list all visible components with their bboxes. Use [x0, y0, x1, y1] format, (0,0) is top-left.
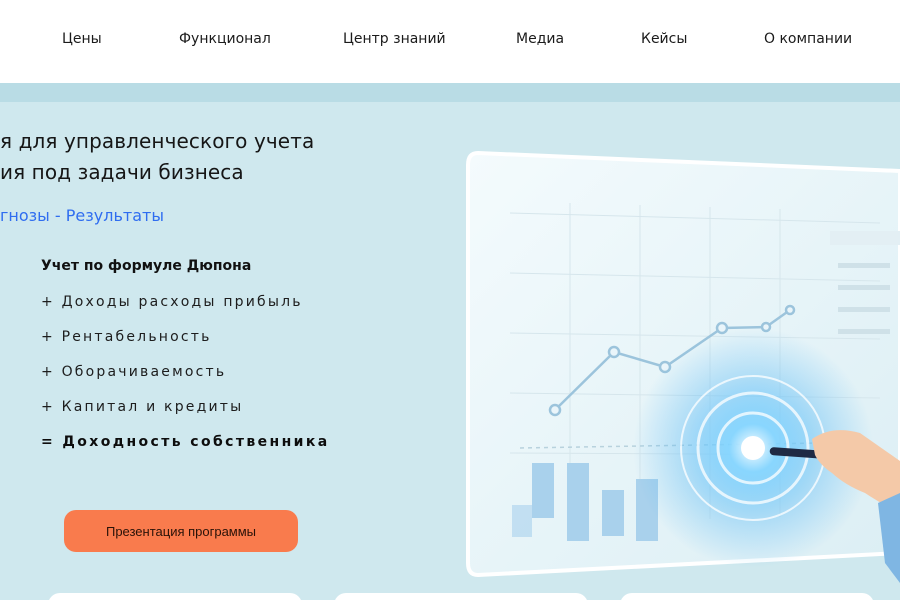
hero-headline-line-1: я для управленческого учета — [0, 129, 315, 153]
formula-line-income: + Доходы расходы прибыль — [41, 294, 303, 310]
nav-item-features[interactable]: Функционал — [179, 31, 271, 47]
formula-line-capital: + Капитал и кредиты — [41, 399, 244, 415]
nav-item-prices[interactable]: Цены — [62, 31, 102, 47]
formula-line-profitability: + Рентабельность — [41, 329, 212, 345]
top-navigation: Цены Функционал Центр знаний Медиа Кейсы… — [0, 0, 900, 83]
hero-tagline: гнозы - Результаты — [0, 206, 164, 225]
tagline-results: Результаты — [65, 206, 164, 225]
presentation-button[interactable]: Презентация программы — [64, 510, 298, 552]
nav-item-media[interactable]: Медиа — [516, 31, 564, 47]
hero-headline-line-2: ия под задачи бизнеса — [0, 160, 244, 184]
nav-item-about[interactable]: О компании — [764, 31, 852, 47]
feature-card-1[interactable] — [48, 593, 302, 600]
hero-top-band — [0, 83, 900, 102]
nav-item-cases[interactable]: Кейсы — [641, 31, 687, 47]
glow-center — [741, 436, 765, 460]
hero-section: я для управленческого учета ия под задач… — [0, 83, 900, 600]
formula-line-turnover: + Оборачиваемость — [41, 364, 227, 380]
nav-item-knowledge-center[interactable]: Центр знаний — [343, 31, 446, 47]
tagline-separator: - — [49, 206, 66, 225]
feature-card-3[interactable] — [620, 593, 874, 600]
tagline-forecasts: гнозы — [0, 206, 50, 225]
analytics-board-illustration — [466, 150, 900, 583]
formula-line-total: = Доходность собственника — [41, 434, 330, 450]
feature-card-2[interactable] — [334, 593, 588, 600]
formula-title: Учет по формуле Дюпона — [41, 258, 252, 274]
